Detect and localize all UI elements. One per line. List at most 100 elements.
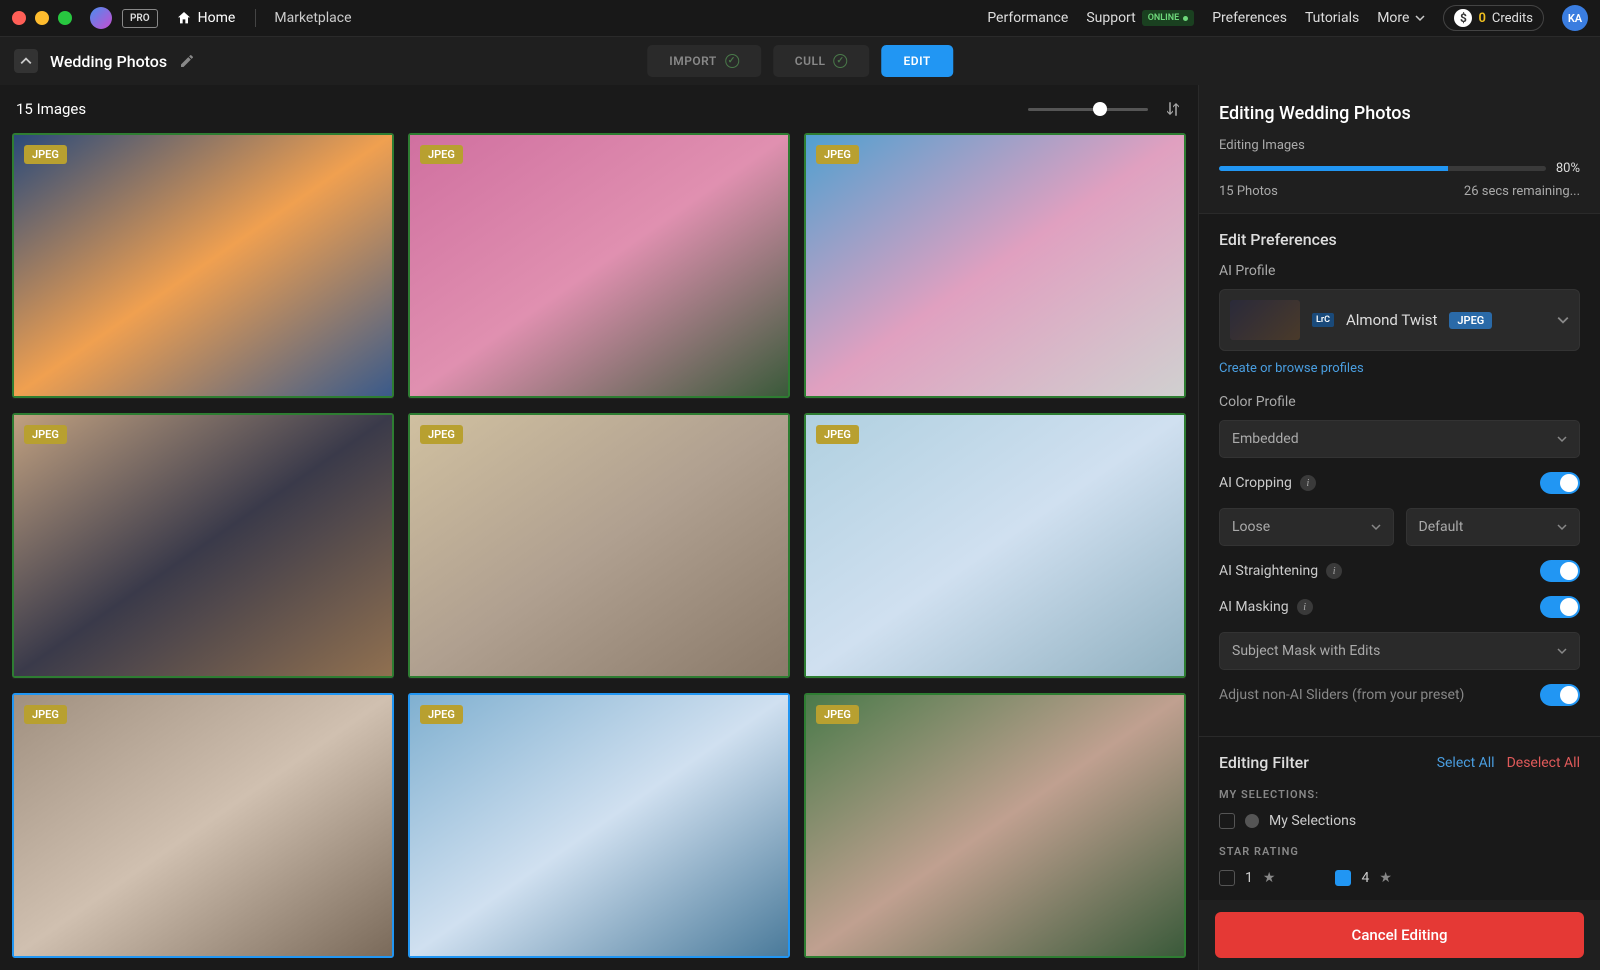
- info-icon[interactable]: i: [1326, 563, 1342, 579]
- thumbnail-image-wrap[interactable]: JPEG: [12, 693, 394, 958]
- photo-placeholder-icon: [14, 415, 392, 676]
- checkbox-icon[interactable]: [1219, 870, 1235, 886]
- thumbnail-image-wrap[interactable]: JPEG: [804, 693, 1186, 958]
- format-badge: JPEG: [24, 425, 67, 444]
- ai-profile-label: AI Profile: [1219, 263, 1580, 279]
- editing-sidebar: Editing Wedding Photos Editing Images 80…: [1198, 85, 1600, 970]
- pencil-icon[interactable]: [179, 53, 195, 69]
- sort-icon[interactable]: [1164, 100, 1182, 118]
- edit-stage-button[interactable]: EDIT: [882, 45, 953, 77]
- image-count: 15 Images: [16, 100, 86, 118]
- format-badge: JPEG: [816, 145, 859, 164]
- thumbnail-card[interactable]: JPEG: [804, 693, 1186, 958]
- ai-profile-selector[interactable]: LrC Almond Twist JPEG: [1219, 289, 1580, 351]
- thumbnail-footer: sample-freestockpro-341372... ★★★★★: [804, 678, 1186, 679]
- thumbnail-footer: sample-asadphoto-169190.jpg ★★★★★: [408, 398, 790, 399]
- thumbnail-image-wrap[interactable]: JPEG: [408, 413, 790, 678]
- nav-separator: [255, 9, 256, 27]
- import-stage-button[interactable]: IMPORT ✓: [647, 45, 761, 77]
- credits-pill[interactable]: $ 0 Credits: [1443, 5, 1544, 31]
- cull-stage-button[interactable]: CULL ✓: [773, 45, 870, 77]
- color-profile-select[interactable]: Embedded: [1219, 420, 1580, 458]
- adjust-sliders-toggle[interactable]: [1540, 684, 1580, 706]
- avatar[interactable]: KA: [1562, 5, 1588, 31]
- support-label: Support: [1086, 10, 1135, 26]
- tutorials-link[interactable]: Tutorials: [1305, 10, 1359, 26]
- close-window-icon[interactable]: [12, 11, 26, 25]
- thumbnail-image-wrap[interactable]: JPEG: [12, 413, 394, 678]
- minimize-window-icon[interactable]: [35, 11, 49, 25]
- deselect-all-link[interactable]: Deselect All: [1507, 755, 1580, 771]
- thumbnail-card[interactable]: JPEG sample-asadphoto-169198.jpg ★★★★★: [804, 133, 1186, 399]
- thumbnail-image-wrap[interactable]: JPEG: [408, 693, 790, 958]
- marketplace-link[interactable]: Marketplace: [274, 10, 351, 26]
- color-profile-value: Embedded: [1232, 431, 1299, 447]
- photo-placeholder-icon: [410, 135, 788, 396]
- thumbnail-card[interactable]: JPEG sample-emma-bauso-11838... ★★★★★: [12, 413, 394, 679]
- thumbnail-card[interactable]: JPEG sample-freestockpro-341372... ★★★★★: [804, 413, 1186, 679]
- thumbnail-card[interactable]: JPEG: [12, 693, 394, 958]
- thumbnail-card[interactable]: JPEG sample-asadphoto-169190.jpg ★★★★★: [408, 133, 790, 399]
- info-icon[interactable]: i: [1297, 599, 1313, 615]
- crop-mode-select[interactable]: Loose: [1219, 508, 1394, 546]
- home-label: Home: [198, 10, 236, 26]
- credits-label: Credits: [1492, 11, 1533, 26]
- thumbnail-image-wrap[interactable]: JPEG: [804, 133, 1186, 398]
- chevron-down-icon: [1557, 522, 1567, 532]
- preferences-link[interactable]: Preferences: [1212, 10, 1287, 26]
- sidebar-scroll[interactable]: Edit Preferences AI Profile LrC Almond T…: [1199, 213, 1600, 900]
- ai-straightening-row: AI Straightening i: [1219, 560, 1580, 582]
- lrc-badge: LrC: [1312, 313, 1334, 327]
- support-link[interactable]: Support ONLINE: [1086, 10, 1194, 26]
- star-1-row[interactable]: 1 ★: [1219, 870, 1275, 886]
- cancel-editing-button[interactable]: Cancel Editing: [1215, 912, 1584, 958]
- thumbnail-image-wrap[interactable]: JPEG: [804, 413, 1186, 678]
- info-icon[interactable]: i: [1300, 475, 1316, 491]
- mask-mode-select[interactable]: Subject Mask with Edits: [1219, 632, 1580, 670]
- ai-straightening-toggle[interactable]: [1540, 560, 1580, 582]
- slider-thumb-icon[interactable]: [1093, 102, 1107, 116]
- home-link[interactable]: Home: [176, 10, 236, 26]
- performance-link[interactable]: Performance: [987, 10, 1068, 26]
- thumbnail-image-wrap[interactable]: JPEG: [408, 133, 790, 398]
- profile-name: Almond Twist: [1346, 311, 1437, 329]
- credits-count: 0: [1478, 11, 1485, 26]
- format-badge: JPEG: [24, 705, 67, 724]
- collapse-button[interactable]: [14, 49, 38, 73]
- crop-mode-value: Loose: [1232, 519, 1270, 535]
- photo-placeholder-icon: [410, 695, 788, 956]
- ai-cropping-row: AI Cropping i: [1219, 472, 1580, 494]
- star-icon: ★: [1379, 870, 1392, 886]
- format-badge: JPEG: [816, 705, 859, 724]
- ai-masking-label: AI Masking i: [1219, 599, 1313, 615]
- photo-placeholder-icon: [806, 135, 1184, 396]
- maximize-window-icon[interactable]: [58, 11, 72, 25]
- online-dot-icon: [1183, 16, 1188, 21]
- crop-default-value: Default: [1419, 519, 1464, 535]
- progress-row: 80%: [1219, 161, 1580, 176]
- checkbox-icon[interactable]: [1335, 870, 1351, 886]
- checkbox-icon[interactable]: [1219, 813, 1235, 829]
- ai-masking-toggle[interactable]: [1540, 596, 1580, 618]
- crop-default-select[interactable]: Default: [1406, 508, 1581, 546]
- format-badge: JPEG: [420, 145, 463, 164]
- chevron-down-icon: [1557, 646, 1567, 656]
- thumbnail-card[interactable]: JPEG sample-asadphoto-1024968.... ★★★★★: [12, 133, 394, 399]
- topbar: PRO Home Marketplace Performance Support…: [0, 0, 1600, 37]
- select-all-link[interactable]: Select All: [1437, 755, 1495, 771]
- my-selections-label: My Selections: [1269, 813, 1356, 829]
- thumbnail-card[interactable]: JPEG sample-emma-bauso-11838... ★★★★★: [408, 413, 790, 679]
- more-menu[interactable]: More: [1377, 10, 1425, 26]
- progress-photos: 15 Photos: [1219, 184, 1278, 199]
- thumbnail-size-slider[interactable]: [1028, 108, 1148, 111]
- ai-straightening-label: AI Straightening i: [1219, 563, 1342, 579]
- ai-cropping-toggle[interactable]: [1540, 472, 1580, 494]
- thumbnail-footer: sample-asadphoto-1024968.... ★★★★★: [12, 398, 394, 399]
- my-selections-checkbox-row[interactable]: My Selections: [1219, 813, 1580, 829]
- thumbnail-image-wrap[interactable]: JPEG: [12, 133, 394, 398]
- thumbnail-card[interactable]: JPEG: [408, 693, 790, 958]
- thumbnail-footer: sample-emma-bauso-11838... ★★★★★: [408, 678, 790, 679]
- star-4-row[interactable]: 4 ★: [1335, 870, 1391, 886]
- browse-profiles-link[interactable]: Create or browse profiles: [1219, 361, 1580, 376]
- progress-bar: [1219, 166, 1546, 171]
